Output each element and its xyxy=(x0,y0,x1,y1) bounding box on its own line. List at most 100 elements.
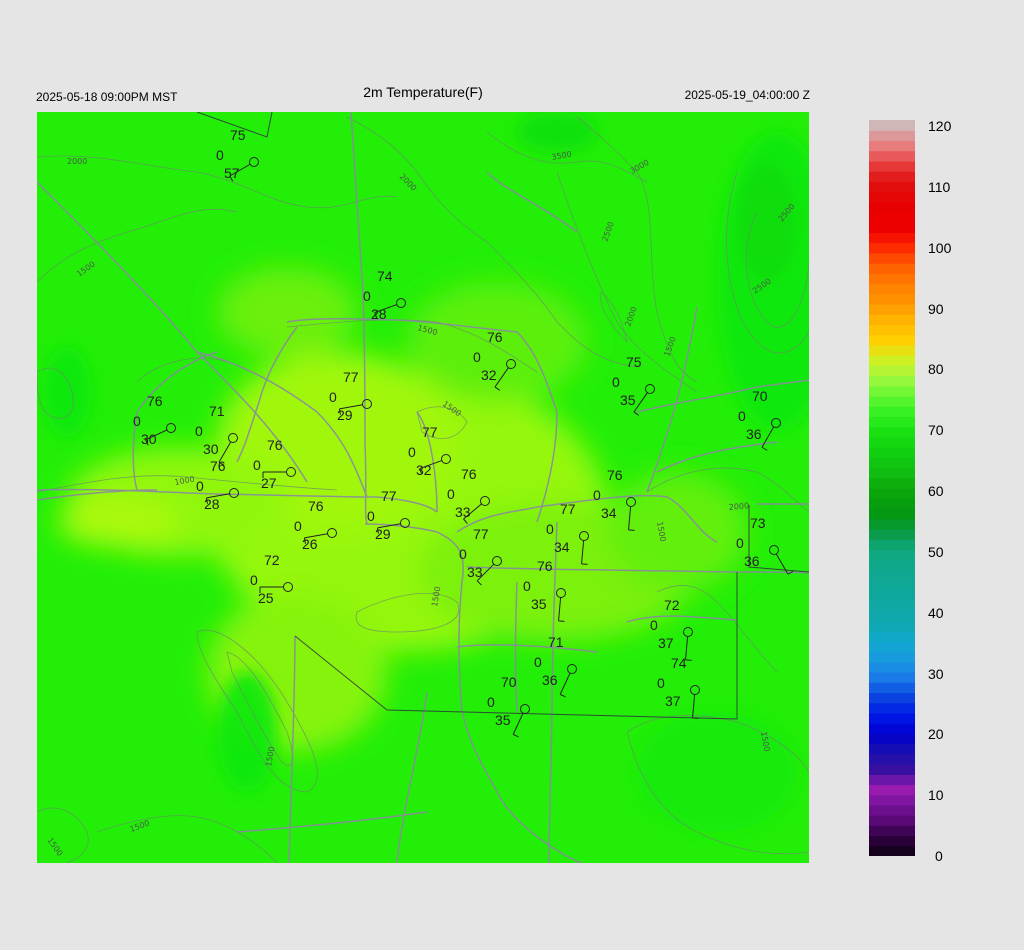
colorbar-band xyxy=(869,559,915,571)
station-temperature: 77 xyxy=(381,488,397,504)
colorbar-band xyxy=(869,488,915,499)
station-cloud-cover: 0 xyxy=(736,535,744,551)
station-temperature: 76 xyxy=(147,393,163,409)
colorbar-band xyxy=(869,334,915,346)
colorbar-band xyxy=(869,723,915,734)
station-temperature: 76 xyxy=(487,329,503,345)
colorbar-tick-label: 80 xyxy=(928,361,944,378)
colorbar-tick-label: 90 xyxy=(928,300,944,317)
colorbar-band xyxy=(869,528,915,540)
colorbar-band xyxy=(869,477,915,489)
station-dewpoint: 25 xyxy=(258,590,274,606)
colorbar-tick-label: 10 xyxy=(928,787,944,804)
colorbar-band xyxy=(869,406,915,418)
station-temperature: 77 xyxy=(473,526,489,542)
station-dewpoint: 34 xyxy=(554,539,570,555)
colorbar-band xyxy=(869,631,915,642)
station-cloud-cover: 0 xyxy=(196,478,204,494)
colorbar-band xyxy=(869,733,915,745)
colorbar-tick-label: 100 xyxy=(928,239,952,256)
station-cloud-cover: 0 xyxy=(408,444,416,460)
station-cloud-cover: 0 xyxy=(363,288,371,304)
station-cloud-cover: 0 xyxy=(250,572,258,588)
colorbar-band xyxy=(869,672,915,683)
colorbar-tick-label: 120 xyxy=(928,118,952,134)
station-cloud-cover: 0 xyxy=(195,423,203,439)
station-temperature: 76 xyxy=(607,467,623,483)
valid-time-local: 2025-05-18 09:00PM MST xyxy=(36,90,178,104)
colorbar-tick-label: 50 xyxy=(928,543,944,560)
station-temperature: 76 xyxy=(537,558,553,574)
station-temperature: 70 xyxy=(752,388,768,404)
colorbar-tick-label: 110 xyxy=(928,178,951,195)
colorbar-band xyxy=(869,283,915,295)
colorbar-band xyxy=(869,580,915,591)
station-dewpoint: 30 xyxy=(141,431,157,447)
colorbar-band xyxy=(869,753,915,765)
station-cloud-cover: 0 xyxy=(473,349,481,365)
station-cloud-cover: 0 xyxy=(329,389,337,405)
station-dewpoint: 29 xyxy=(375,526,391,542)
colorbar-band xyxy=(869,130,915,142)
station-temperature: 75 xyxy=(230,127,246,143)
colorbar-band xyxy=(869,120,915,131)
colorbar-tick-label: 30 xyxy=(928,665,944,682)
colorbar-band xyxy=(869,682,915,694)
colorbar-band xyxy=(869,692,915,704)
contour-label: 2000 xyxy=(67,157,87,166)
station-dewpoint: 27 xyxy=(261,475,277,491)
colorbar-band xyxy=(869,293,915,305)
station-cloud-cover: 0 xyxy=(593,487,601,503)
station-dewpoint: 29 xyxy=(337,407,353,423)
station-cloud-cover: 0 xyxy=(534,654,542,670)
colorbar-band xyxy=(869,447,915,458)
map-title: 2m Temperature(F) xyxy=(363,84,483,100)
colorbar-band xyxy=(869,314,915,326)
station-cloud-cover: 0 xyxy=(447,486,455,502)
station-temperature: 71 xyxy=(209,403,225,419)
station-temperature: 73 xyxy=(750,515,766,531)
colorbar-band xyxy=(869,140,915,152)
station-temperature: 72 xyxy=(264,552,280,568)
station-temperature: 74 xyxy=(377,268,393,284)
station-dewpoint: 28 xyxy=(204,496,220,512)
colorbar-band xyxy=(869,171,915,182)
colorbar-band xyxy=(869,385,915,397)
station-cloud-cover: 0 xyxy=(487,694,495,710)
station-temperature: 76 xyxy=(461,466,477,482)
colorbar-band xyxy=(869,702,915,714)
colorbar-tick-label: 70 xyxy=(928,422,944,439)
colorbar-band xyxy=(869,743,915,755)
colorbar-band xyxy=(869,764,915,775)
colorbar-band xyxy=(869,324,915,336)
colorbar-band xyxy=(869,181,915,193)
station-dewpoint: 35 xyxy=(531,596,547,612)
station-dewpoint: 34 xyxy=(601,505,617,521)
colorbar-band xyxy=(869,661,915,673)
valid-time-utc: 2025-05-19_04:00:00 Z xyxy=(684,88,810,102)
station-cloud-cover: 0 xyxy=(657,675,665,691)
station-dewpoint: 37 xyxy=(658,635,674,651)
colorbar xyxy=(869,120,915,856)
temperature-map: 2000 2000 3500 3000 2500 2000 1500 1500 … xyxy=(37,112,809,863)
colorbar-band xyxy=(869,396,915,407)
colorbar-band xyxy=(869,355,915,366)
station-cloud-cover: 0 xyxy=(523,578,531,594)
colorbar-band xyxy=(869,518,915,530)
colorbar-band xyxy=(869,651,915,663)
colorbar-band xyxy=(869,212,915,223)
station-cloud-cover: 0 xyxy=(738,408,746,424)
colorbar-tick-label: 40 xyxy=(928,604,944,621)
station-cloud-cover: 0 xyxy=(612,374,620,390)
colorbar-band xyxy=(869,304,915,315)
station-dewpoint: 57 xyxy=(224,165,240,181)
colorbar-band xyxy=(869,426,915,438)
colorbar-band xyxy=(869,610,915,622)
colorbar-band xyxy=(869,774,915,786)
colorbar-tick-label: 20 xyxy=(928,726,944,743)
station-dewpoint: 36 xyxy=(542,672,558,688)
station-temperature: 77 xyxy=(343,369,359,385)
colorbar-band xyxy=(869,252,915,264)
colorbar-band xyxy=(869,457,915,469)
colorbar-band xyxy=(869,845,915,856)
